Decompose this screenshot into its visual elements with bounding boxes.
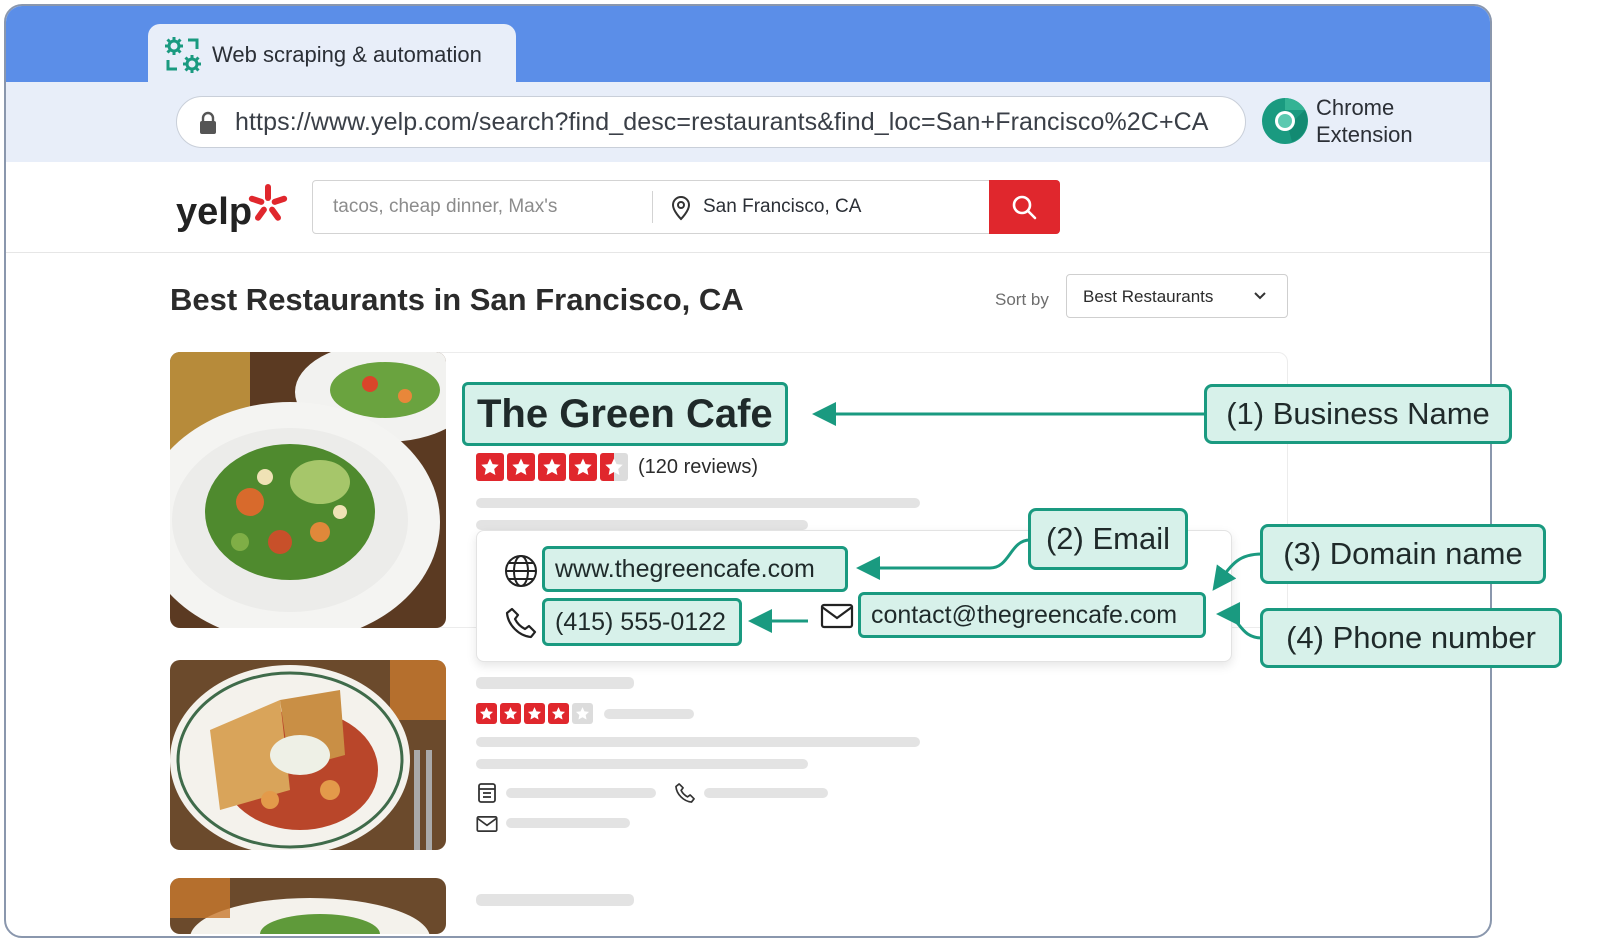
url-text: https://www.yelp.com/search?find_desc=re…	[235, 108, 1209, 136]
mail-icon	[476, 816, 498, 832]
website-highlight[interactable]: www.thegreencafe.com	[542, 546, 848, 592]
star-icon	[600, 453, 628, 481]
star-icon	[476, 703, 497, 724]
yelp-logo[interactable]: yelp	[176, 182, 290, 234]
chevron-down-icon	[1254, 292, 1266, 300]
food-image	[170, 878, 446, 934]
placeholder-line	[704, 788, 828, 798]
mail-icon	[820, 603, 854, 629]
svg-text:yelp: yelp	[176, 191, 252, 233]
location-input[interactable]: San Francisco, CA	[703, 196, 861, 218]
callout-domain-name: (3) Domain name	[1260, 524, 1546, 584]
star-icon	[476, 453, 504, 481]
business-name-highlight[interactable]: The Green Cafe	[462, 382, 788, 446]
placeholder-line	[476, 737, 920, 747]
salad-food-image	[170, 352, 446, 628]
search-button[interactable]	[989, 180, 1060, 234]
placeholder-line	[476, 894, 634, 906]
star-icon	[569, 453, 597, 481]
menu-icon	[478, 783, 496, 803]
star-icon	[524, 703, 545, 724]
lock-icon	[200, 111, 216, 134]
automation-gears-icon	[165, 37, 201, 73]
sort-dropdown[interactable]: Best Restaurants	[1066, 274, 1288, 318]
page-title: Best Restaurants in San Francisco, CA	[170, 282, 744, 317]
placeholder-line	[476, 520, 808, 530]
sort-value: Best Restaurants	[1083, 287, 1214, 306]
sort-label: Sort by	[995, 290, 1049, 309]
search-divider	[652, 191, 653, 223]
search-bar: tacos, cheap dinner, Max's San Francisco…	[312, 180, 1060, 234]
star-icon	[548, 703, 569, 724]
restaurant-photo[interactable]	[170, 878, 446, 934]
placeholder-line	[604, 709, 694, 719]
star-icon	[538, 453, 566, 481]
callout-email: (2) Email	[1028, 508, 1188, 570]
browser-titlebar: Web scraping & automation	[6, 6, 1490, 84]
placeholder-line	[476, 498, 920, 508]
restaurant-photo[interactable]	[170, 352, 446, 628]
phone-icon	[505, 607, 537, 639]
callout-business-name: (1) Business Name	[1204, 384, 1512, 444]
address-bar[interactable]: https://www.yelp.com/search?find_desc=re…	[176, 96, 1246, 148]
review-count[interactable]: (120 reviews)	[638, 456, 758, 479]
rating-stars	[476, 703, 593, 724]
globe-icon	[505, 555, 537, 587]
address-bar-row: https://www.yelp.com/search?find_desc=re…	[6, 82, 1490, 163]
callout-phone-number: (4) Phone number	[1260, 608, 1562, 668]
tab-title: Web scraping & automation	[212, 42, 482, 67]
email-highlight[interactable]: contact@thegreencafe.com	[858, 592, 1206, 638]
placeholder-line	[476, 677, 634, 689]
browser-tab[interactable]: Web scraping & automation	[148, 24, 516, 84]
chrome-extension-icon[interactable]	[1260, 96, 1310, 146]
search-input[interactable]: tacos, cheap dinner, Max's	[333, 196, 557, 218]
star-icon	[572, 703, 593, 724]
star-icon	[500, 703, 521, 724]
search-icon	[1012, 195, 1037, 220]
star-icon	[507, 453, 535, 481]
placeholder-line	[476, 759, 808, 769]
phone-icon	[675, 783, 695, 803]
sandwich-food-image	[170, 660, 446, 850]
placeholder-line	[506, 788, 656, 798]
location-pin-icon	[671, 196, 691, 221]
yelp-header: yelp tacos, cheap dinner, Max's San Fran…	[6, 162, 1490, 253]
rating-stars	[476, 453, 628, 481]
restaurant-photo[interactable]	[170, 660, 446, 850]
phone-highlight[interactable]: (415) 555-0122	[542, 598, 742, 646]
chrome-extension-label[interactable]: Chrome Extension	[1316, 94, 1413, 148]
placeholder-line	[506, 818, 630, 828]
